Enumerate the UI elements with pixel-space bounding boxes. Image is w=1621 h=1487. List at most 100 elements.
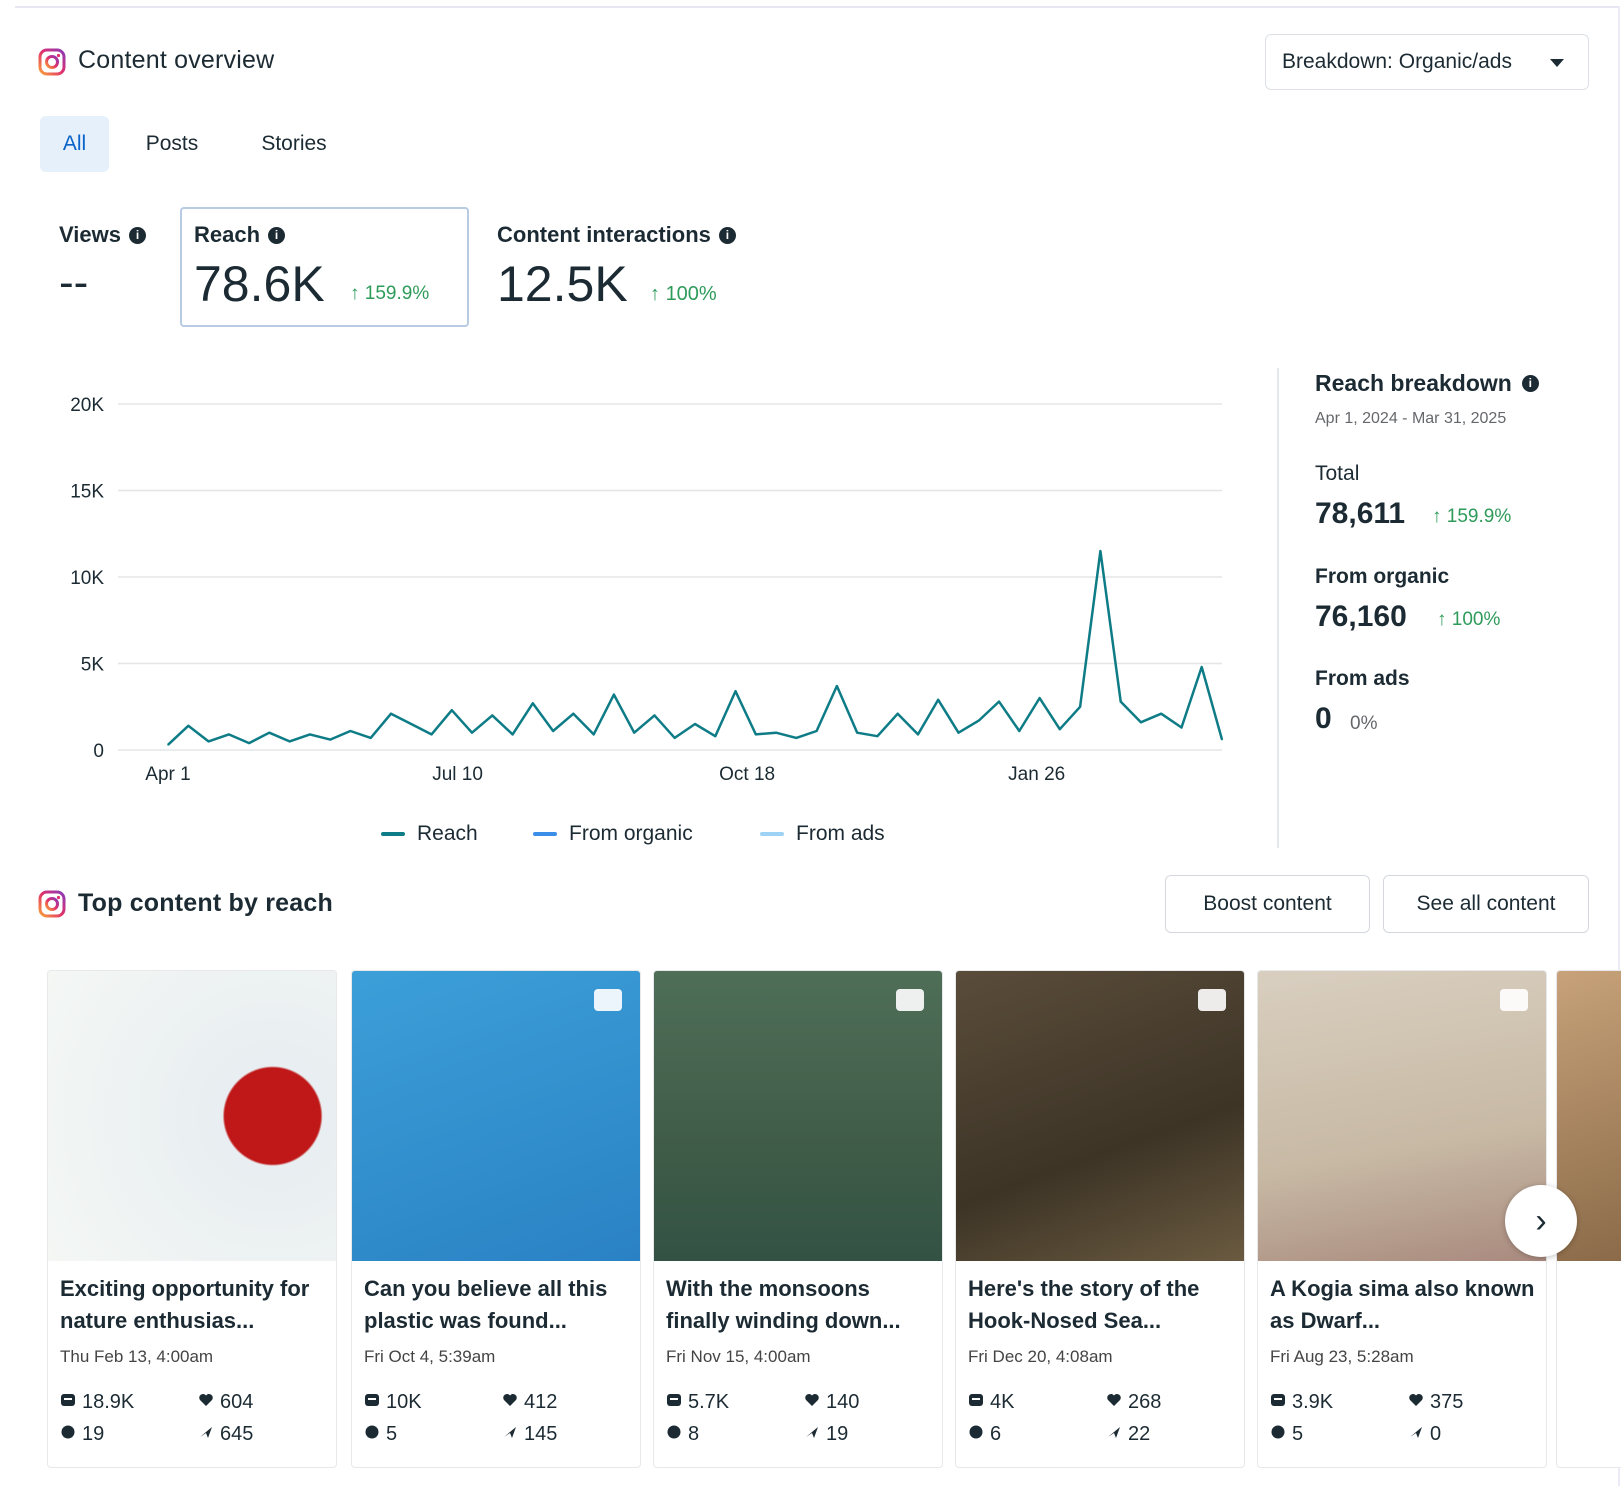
content-card[interactable]: Here's the story of the Hook-Nosed Sea..… [955, 970, 1245, 1468]
post-thumbnail [654, 971, 942, 1261]
y-tick-label: 0 [93, 741, 104, 762]
comments-count: 6 [990, 1423, 1002, 1445]
post-date: Thu Feb 13, 4:00am [60, 1347, 214, 1366]
organic-value: 76,160 [1315, 600, 1407, 633]
reach-line-chart: 20K 15K 10K 5K 0 Apr 1 Jul 10 Oct 18 Jan 26 [70, 395, 1224, 785]
reach-data-point [896, 712, 899, 715]
reach-data-point [410, 723, 413, 725]
boost-content-button[interactable]: Boost content [1165, 875, 1370, 933]
legend-swatch [381, 832, 405, 836]
breakdown-dropdown[interactable]: Breakdown: Organic/ads [1265, 34, 1589, 90]
legend-organic-label: From organic [569, 822, 693, 845]
reach-data-point [917, 733, 919, 736]
reach-data-point [471, 731, 473, 734]
x-tick-label: Oct 18 [719, 764, 775, 785]
likes-stat: 268 [1106, 1391, 1161, 1414]
reach-count: 3.9K [1292, 1391, 1334, 1413]
comment-icon [666, 1423, 682, 1446]
reach-data-point [633, 731, 635, 734]
content-card[interactable]: Can you believe all this plastic was fou… [351, 970, 641, 1468]
reach-data-point [856, 731, 858, 734]
likes-stat: 140 [804, 1391, 859, 1414]
likes-stat: 375 [1408, 1391, 1463, 1414]
comments-stat: 5 [1270, 1423, 1303, 1446]
info-icon[interactable]: i [1521, 375, 1539, 392]
post-thumbnail [352, 971, 640, 1261]
reach-data-point [430, 733, 433, 736]
post-thumbnail [1258, 971, 1546, 1261]
legend-reach[interactable]: Reach [381, 822, 478, 846]
content-card[interactable]: Exciting opportunity for nature enthusia… [47, 970, 337, 1468]
total-delta: ↑ 159.9% [1432, 506, 1511, 528]
legend-from-ads[interactable]: From ads [760, 822, 885, 846]
likes-count: 412 [524, 1391, 558, 1413]
reach-data-point [876, 735, 879, 737]
reach-data-point [815, 730, 818, 732]
shares-count: 19 [826, 1423, 849, 1445]
legend-swatch [760, 832, 784, 836]
shares-count: 0 [1430, 1423, 1442, 1445]
total-value: 78,611 [1315, 497, 1406, 530]
comments-stat: 8 [666, 1423, 699, 1446]
reach-data-point [937, 699, 939, 701]
ads-delta: 0% [1350, 713, 1378, 734]
reach-data-point [1140, 721, 1142, 724]
reach-icon [1270, 1391, 1286, 1414]
reach-data-point [552, 730, 554, 732]
legend-ads-label: From ads [796, 822, 885, 845]
ads-label: From ads [1315, 667, 1410, 690]
comment-icon [364, 1423, 380, 1446]
shares-stat: 19 [804, 1423, 848, 1446]
comments-stat: 19 [60, 1423, 104, 1446]
reach-data-point [1099, 550, 1102, 552]
comments-stat: 6 [968, 1423, 1001, 1446]
content-card[interactable]: A Kogia sima also known as Dwarf... Fri A… [1257, 970, 1547, 1468]
post-date: Fri Dec 20, 4:08am [968, 1347, 1113, 1366]
likes-stat: 604 [198, 1391, 253, 1414]
total-delta-value: 159.9% [1446, 506, 1512, 527]
reach-data-point [1079, 706, 1081, 708]
reach-data-point [1160, 712, 1162, 715]
heart-icon [198, 1391, 214, 1414]
reach-icon [666, 1391, 682, 1414]
reach-data-point [653, 714, 656, 717]
heart-icon [804, 1391, 820, 1414]
top-content-title: Top content by reach [78, 889, 333, 917]
reach-data-point [592, 733, 595, 736]
reach-data-point [714, 735, 717, 737]
x-tick-label: Apr 1 [145, 764, 190, 785]
reach-data-point [998, 700, 1000, 703]
caret-down-icon [1550, 59, 1564, 67]
reach-data-point [572, 712, 575, 715]
legend-from-organic[interactable]: From organic [533, 822, 693, 846]
heart-icon [502, 1391, 518, 1414]
reach-data-point [613, 693, 615, 696]
reach-data-point [734, 690, 737, 692]
reach-data-point [978, 719, 980, 722]
reach-count: 18.9K [82, 1391, 135, 1413]
reach-data-point [775, 731, 777, 734]
see-all-content-button[interactable]: See all content [1383, 875, 1589, 933]
content-card[interactable]: With the monsoons finally winding down..… [653, 970, 943, 1468]
reach-series-line [167, 549, 1224, 746]
reach-data-point [1038, 697, 1041, 699]
reach-data-point [390, 712, 392, 715]
comments-stat: 5 [364, 1423, 397, 1446]
shares-count: 22 [1128, 1423, 1151, 1445]
video-icon [1198, 989, 1226, 1011]
reach-data-point [207, 740, 210, 743]
comment-icon [1270, 1423, 1286, 1446]
instagram-icon [38, 890, 66, 918]
reach-count: 4K [990, 1391, 1015, 1413]
ads-value: 0 [1315, 702, 1332, 735]
x-tick-label: Jul 10 [432, 764, 483, 785]
reach-data-point [268, 731, 271, 734]
post-title: A Kogia sima also known as Dwarf... [1270, 1276, 1535, 1333]
carousel-next-button[interactable]: › [1505, 1185, 1577, 1257]
reach-data-point [532, 702, 534, 705]
reach-data-point [673, 737, 676, 739]
carousel-icon [594, 989, 622, 1011]
post-title: With the monsoons finally winding down..… [666, 1276, 901, 1333]
post-date: Fri Nov 15, 4:00am [666, 1347, 811, 1366]
breakdown-title: Reach breakdown i [1315, 370, 1539, 397]
